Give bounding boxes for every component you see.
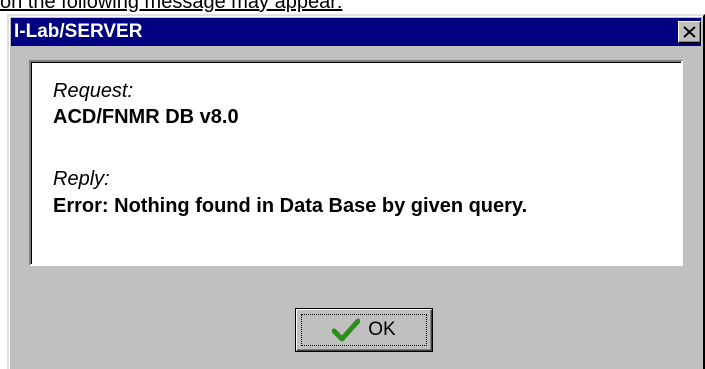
title-bar[interactable]: I-Lab/SERVER	[11, 18, 701, 46]
reply-label: Reply:	[53, 168, 110, 190]
close-icon	[683, 26, 696, 38]
ok-button[interactable]: OK	[295, 308, 433, 352]
request-value: ACD/FNMR DB v8.0	[53, 106, 239, 128]
message-dialog: I-Lab/SERVER Request: ACD/FNMR DB v8.0 R…	[7, 14, 705, 369]
checkmark-icon	[332, 318, 361, 342]
ok-label: OK	[368, 319, 396, 340]
dialog-title: I-Lab/SERVER	[14, 21, 143, 42]
page: on the following message may appear: I-L…	[0, 0, 705, 369]
close-button[interactable]	[678, 21, 701, 43]
message-panel: Request: ACD/FNMR DB v8.0 Reply: Error: …	[29, 60, 683, 266]
document-text: on the following message may appear:	[0, 0, 343, 13]
reply-value: Error: Nothing found in Data Base by giv…	[53, 195, 528, 217]
request-label: Request:	[53, 80, 134, 102]
